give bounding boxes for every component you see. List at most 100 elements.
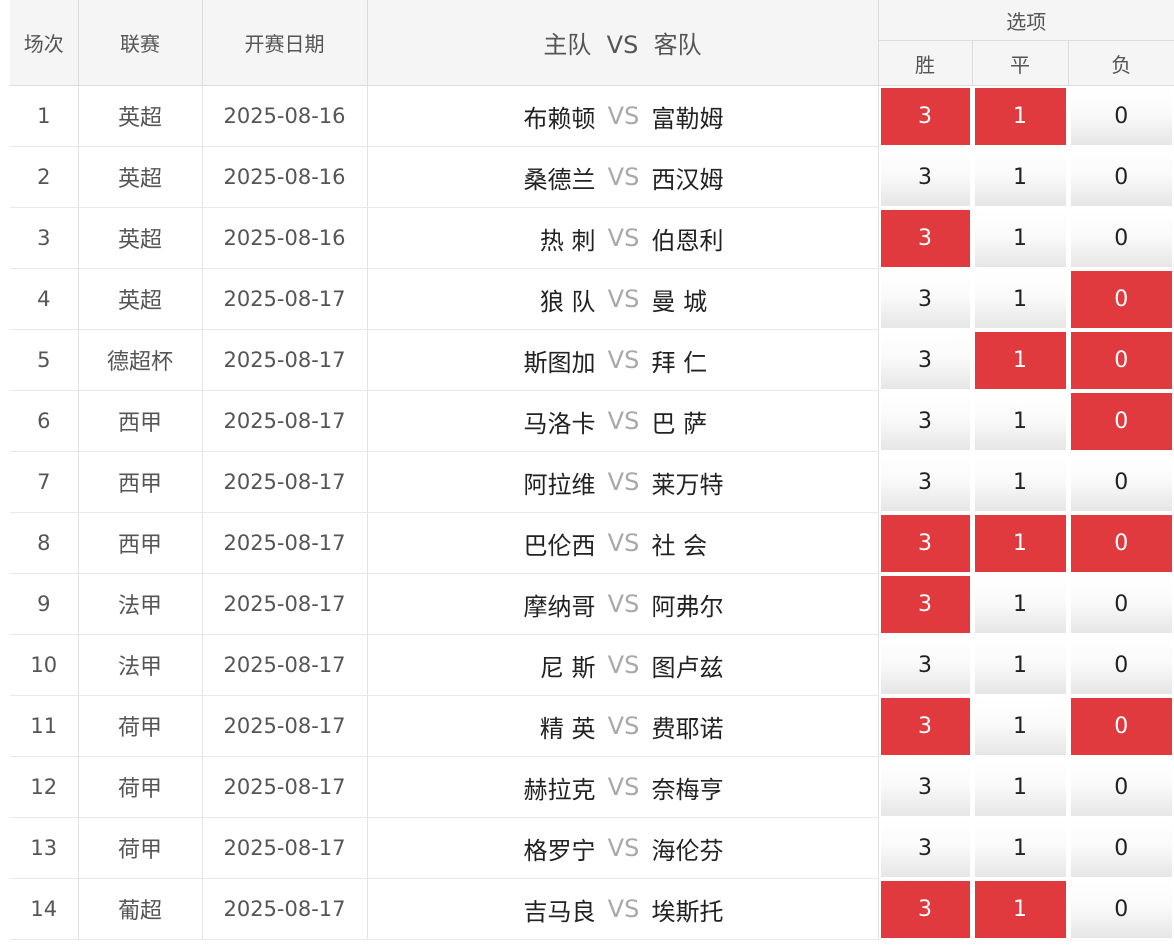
option-loss-button[interactable]: 0 xyxy=(1070,697,1172,755)
option-loss-cell: 0 xyxy=(1068,817,1174,879)
option-loss-button[interactable]: 0 xyxy=(1070,392,1172,450)
matchup-cell: 狼 队 VS 曼 城 xyxy=(367,268,879,330)
option-draw-button[interactable]: 1 xyxy=(974,453,1066,511)
option-win-cell: 3 xyxy=(878,329,973,391)
option-win-cell: 3 xyxy=(878,390,973,452)
away-team: 奈梅亨 xyxy=(651,775,724,804)
vs-label: VS xyxy=(607,224,640,252)
match-number: 12 xyxy=(10,756,79,818)
option-loss-button[interactable]: 0 xyxy=(1070,453,1172,511)
header-opt-loss: 负 xyxy=(1068,40,1174,86)
option-loss-button[interactable]: 0 xyxy=(1070,209,1172,267)
option-draw-cell: 1 xyxy=(972,85,1069,147)
match-date: 2025-08-17 xyxy=(202,756,368,818)
header-options: 选项 xyxy=(878,0,1174,41)
option-win-cell: 3 xyxy=(878,85,973,147)
header-home: 主队 xyxy=(543,31,592,59)
league-name: 荷甲 xyxy=(78,695,203,757)
option-draw-button[interactable]: 1 xyxy=(974,514,1066,572)
option-win-button[interactable]: 3 xyxy=(880,575,970,633)
match-number: 3 xyxy=(10,207,79,269)
match-date: 2025-08-16 xyxy=(202,146,368,208)
option-win-button[interactable]: 3 xyxy=(880,148,970,206)
league-name: 英超 xyxy=(78,85,203,147)
match-date: 2025-08-17 xyxy=(202,817,368,879)
option-loss-cell: 0 xyxy=(1068,451,1174,513)
away-team: 曼 城 xyxy=(651,287,708,316)
league-name: 荷甲 xyxy=(78,756,203,818)
option-loss-button[interactable]: 0 xyxy=(1070,270,1172,328)
option-draw-button[interactable]: 1 xyxy=(974,697,1066,755)
option-draw-button[interactable]: 1 xyxy=(974,87,1066,145)
option-win-cell: 3 xyxy=(878,756,973,818)
match-date: 2025-08-17 xyxy=(202,878,368,940)
option-loss-button[interactable]: 0 xyxy=(1070,758,1172,816)
option-win-cell: 3 xyxy=(878,634,973,696)
option-win-button[interactable]: 3 xyxy=(880,514,970,572)
away-team: 莱万特 xyxy=(651,470,724,499)
match-number: 4 xyxy=(10,268,79,330)
league-name: 英超 xyxy=(78,146,203,208)
league-name: 荷甲 xyxy=(78,817,203,879)
option-draw-cell: 1 xyxy=(972,756,1069,818)
option-draw-button[interactable]: 1 xyxy=(974,209,1066,267)
option-draw-button[interactable]: 1 xyxy=(974,392,1066,450)
option-loss-button[interactable]: 0 xyxy=(1070,819,1172,877)
match-number: 11 xyxy=(10,695,79,757)
option-loss-button[interactable]: 0 xyxy=(1070,148,1172,206)
option-win-button[interactable]: 3 xyxy=(880,392,970,450)
home-team: 巴伦西 xyxy=(523,531,596,560)
option-loss-button[interactable]: 0 xyxy=(1070,331,1172,389)
option-loss-cell: 0 xyxy=(1068,756,1174,818)
option-win-button[interactable]: 3 xyxy=(880,331,970,389)
option-draw-button[interactable]: 1 xyxy=(974,636,1066,694)
away-team: 西汉姆 xyxy=(651,165,724,194)
option-draw-button[interactable]: 1 xyxy=(974,758,1066,816)
away-team: 埃斯托 xyxy=(651,897,724,926)
option-win-button[interactable]: 3 xyxy=(880,758,970,816)
table-row: 13 荷甲 2025-08-17 格罗宁 VS 海伦芬 3 1 0 xyxy=(10,817,1174,879)
matchup-cell: 赫拉克 VS 奈梅亨 xyxy=(367,756,879,818)
league-name: 西甲 xyxy=(78,451,203,513)
option-loss-button[interactable]: 0 xyxy=(1070,87,1172,145)
option-win-button[interactable]: 3 xyxy=(880,209,970,267)
home-team: 精 英 xyxy=(539,714,596,743)
away-team: 巴 萨 xyxy=(651,409,708,438)
option-win-button[interactable]: 3 xyxy=(880,453,970,511)
away-team: 费耶诺 xyxy=(651,714,724,743)
header-date: 开赛日期 xyxy=(202,0,368,86)
matchup-cell: 阿拉维 VS 莱万特 xyxy=(367,451,879,513)
option-loss-button[interactable]: 0 xyxy=(1070,575,1172,633)
option-win-button[interactable]: 3 xyxy=(880,636,970,694)
table-row: 5 德超杯 2025-08-17 斯图加 VS 拜 仁 310 xyxy=(10,329,1174,391)
option-win-button[interactable]: 3 xyxy=(880,270,970,328)
option-draw-button[interactable]: 1 xyxy=(974,880,1066,938)
away-team: 伯恩利 xyxy=(651,226,724,255)
option-draw-button[interactable]: 1 xyxy=(974,819,1066,877)
home-team: 热 刺 xyxy=(539,226,596,255)
vs-label: VS xyxy=(607,712,640,740)
match-number: 7 xyxy=(10,451,79,513)
option-draw-button[interactable]: 1 xyxy=(974,331,1066,389)
option-win-button[interactable]: 3 xyxy=(880,87,970,145)
option-loss-button[interactable]: 0 xyxy=(1070,880,1172,938)
away-team: 图卢兹 xyxy=(651,653,724,682)
table-row: 10 法甲 2025-08-17 尼 斯 VS 图卢兹 3 1 0 xyxy=(10,634,1174,696)
option-draw-button[interactable]: 1 xyxy=(974,575,1066,633)
option-draw-button[interactable]: 1 xyxy=(974,148,1066,206)
option-loss-cell: 0 xyxy=(1068,146,1174,208)
option-loss-button[interactable]: 0 xyxy=(1070,514,1172,572)
option-draw-cell: 1 xyxy=(972,329,1069,391)
vs-label: VS xyxy=(607,163,640,191)
home-team: 斯图加 xyxy=(523,348,596,377)
league-name: 西甲 xyxy=(78,512,203,574)
match-number: 6 xyxy=(10,390,79,452)
match-date: 2025-08-16 xyxy=(202,207,368,269)
option-win-button[interactable]: 3 xyxy=(880,697,970,755)
option-win-button[interactable]: 3 xyxy=(880,819,970,877)
option-win-cell: 3 xyxy=(878,695,973,757)
option-win-button[interactable]: 3 xyxy=(880,880,970,938)
option-loss-button[interactable]: 0 xyxy=(1070,636,1172,694)
league-name: 英超 xyxy=(78,268,203,330)
option-draw-button[interactable]: 1 xyxy=(974,270,1066,328)
